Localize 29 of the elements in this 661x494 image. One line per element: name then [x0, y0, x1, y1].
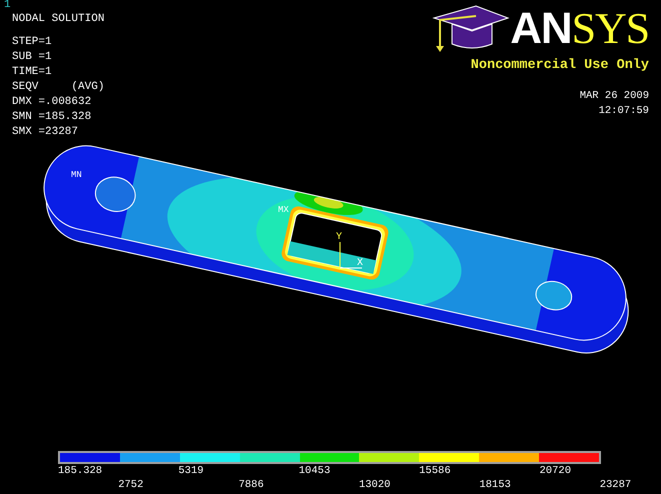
result-info-line: SEQV (AVG) — [11, 80, 104, 95]
legend-value: 7886 — [238, 479, 264, 491]
result-info-line: TIME=1 — [11, 65, 53, 80]
legend-value: 5319 — [178, 465, 204, 477]
result-info-line: SUB =1 — [11, 50, 53, 65]
legend-value: 18153 — [479, 479, 511, 491]
result-info-line: SMX =23287 — [11, 125, 80, 140]
axes-icon — [340, 242, 362, 268]
legend-value: 23287 — [600, 479, 632, 491]
logo-wordmark: ANSYS — [510, 6, 649, 52]
max-label: MX — [278, 205, 289, 215]
x-axis-label: X — [357, 258, 364, 269]
plot-time: 12:07:59 — [598, 104, 649, 120]
plot-date: MAR 26 2009 — [580, 89, 649, 104]
result-info-line: STEP=1 — [11, 35, 53, 50]
window-number: 1 — [4, 0, 12, 12]
license-notice: Noncommercial Use Only — [470, 57, 649, 75]
legend-value: 20720 — [540, 465, 572, 477]
legend-value: 185.328 — [58, 465, 102, 477]
legend-value: 13020 — [358, 479, 390, 491]
y-axis-label: Y — [336, 232, 342, 243]
graduation-cap-icon — [432, 4, 510, 52]
legend-value: 2752 — [118, 479, 144, 491]
result-info-line: DMX =.008632 — [11, 95, 92, 110]
min-label: MN — [71, 170, 82, 180]
legend-value: 10453 — [298, 465, 330, 477]
legend-value: 15586 — [419, 465, 451, 477]
plot-title: NODAL SOLUTION — [11, 12, 104, 27]
result-info-line: SMN =185.328 — [11, 110, 92, 125]
